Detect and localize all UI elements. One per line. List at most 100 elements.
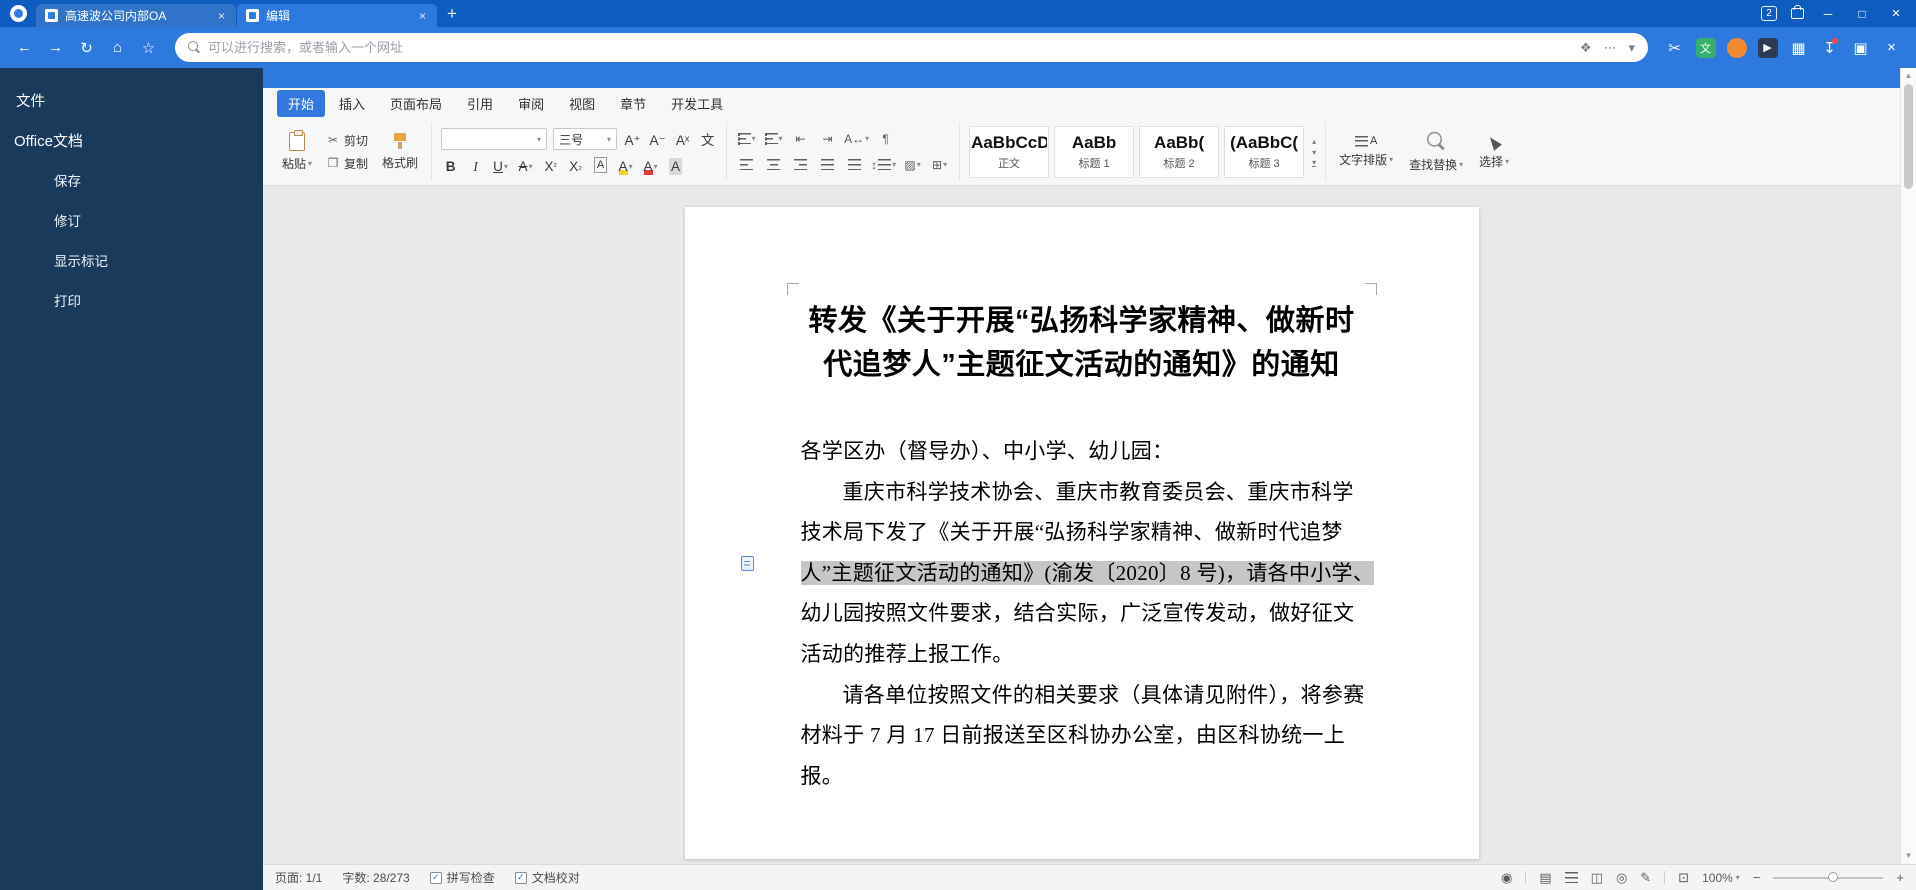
bullet-list-button[interactable]: ▾ bbox=[736, 129, 757, 148]
comment-marker-icon[interactable] bbox=[740, 556, 754, 571]
text-layout-button[interactable]: A 文字排版 ▾ bbox=[1335, 133, 1397, 170]
shading-button[interactable]: ▨ ▾ bbox=[902, 155, 923, 174]
eye-protection-icon[interactable]: ◉ bbox=[1501, 871, 1512, 884]
ribbon-tab[interactable]: 引用 bbox=[456, 90, 504, 117]
window-maximize-button[interactable]: □ bbox=[1852, 7, 1872, 21]
back-button[interactable]: ← bbox=[10, 33, 39, 62]
document-text-line[interactable]: 各学区办（督导办）、中小学、幼儿园： bbox=[801, 431, 1363, 472]
line-spacing-button[interactable]: ↕ ▾ bbox=[871, 155, 896, 174]
screenshot-scissors-icon[interactable]: ✂ bbox=[1660, 33, 1689, 62]
forward-button[interactable]: → bbox=[41, 33, 70, 62]
font-size-select[interactable]: 三号 ▾ bbox=[553, 128, 618, 150]
fit-page-icon[interactable]: ⊡ bbox=[1678, 871, 1689, 884]
zoom-out-button[interactable]: − bbox=[1753, 871, 1761, 884]
sidebar-item-file[interactable]: 文件 bbox=[0, 82, 263, 121]
align-right-button[interactable] bbox=[790, 155, 811, 174]
apps-grid-icon[interactable]: ▦ bbox=[1784, 33, 1813, 62]
cut-button[interactable]: ✂ 剪切 bbox=[324, 131, 370, 150]
more-tools-icon[interactable]: ⋯ bbox=[1603, 40, 1616, 56]
gallery-up-icon[interactable]: ▴ bbox=[1312, 137, 1316, 146]
copy-button[interactable]: ❐ 复制 bbox=[324, 154, 370, 173]
download-icon[interactable]: ↧ bbox=[1815, 33, 1844, 62]
font-name-select[interactable]: ▾ bbox=[441, 128, 548, 150]
address-bar[interactable]: ❖ ⋯ ▾ bbox=[175, 33, 1648, 62]
sidebar-item[interactable]: 保存 bbox=[0, 160, 263, 200]
document-text-line[interactable]: 人”主题征文活动的通知》(渝发〔2020〕8 号)，请各中小学、 bbox=[800, 553, 1375, 594]
address-dropdown-icon[interactable]: ▾ bbox=[1628, 40, 1635, 56]
window-minimize-button[interactable]: ─ bbox=[1818, 7, 1838, 21]
ribbon-tab[interactable]: 页面布局 bbox=[379, 90, 453, 117]
shrink-font-button[interactable]: A⁻ bbox=[648, 129, 667, 149]
address-input[interactable] bbox=[208, 40, 1572, 55]
bold-button[interactable]: B bbox=[441, 155, 460, 175]
increase-indent-button[interactable]: ⇥ bbox=[817, 129, 838, 148]
outline-view-icon[interactable] bbox=[1564, 872, 1578, 883]
align-left-button[interactable] bbox=[736, 155, 757, 174]
char-shading-button[interactable]: A bbox=[666, 155, 685, 175]
scroll-down-icon[interactable]: ▼ bbox=[1905, 851, 1913, 861]
superscript-button[interactable]: X² bbox=[541, 155, 560, 175]
proofread-checkbox-icon[interactable]: ✓ bbox=[514, 871, 527, 884]
page-layout-view-icon[interactable]: ▤ bbox=[1539, 871, 1551, 884]
underline-button[interactable]: U ▾ bbox=[491, 155, 510, 175]
favorites-button[interactable]: ☆ bbox=[134, 33, 163, 62]
align-center-button[interactable] bbox=[763, 155, 784, 174]
zoom-level[interactable]: 100% ▾ bbox=[1702, 871, 1740, 885]
char-layout-button[interactable]: A↔ ▾ bbox=[844, 129, 869, 148]
sidebar-item[interactable]: 打印 bbox=[0, 280, 263, 320]
sidebar-item[interactable]: 修订 bbox=[0, 200, 263, 240]
style-card[interactable]: AaBb( 标题 2 bbox=[1139, 125, 1220, 178]
ribbon-tab[interactable]: 视图 bbox=[558, 90, 606, 117]
strikethrough-button[interactable]: A ▾ bbox=[516, 155, 535, 175]
browser-logo[interactable] bbox=[0, 0, 36, 27]
zoom-slider[interactable] bbox=[1773, 872, 1884, 882]
paste-button[interactable]: 粘贴 ▾ bbox=[278, 129, 316, 174]
refresh-button[interactable]: ↻ bbox=[72, 33, 101, 62]
document-text-line[interactable]: 幼儿园按照文件要求，结合实际，广泛宣传发动，做好征文 bbox=[801, 593, 1363, 634]
multi-window-icon[interactable]: ▣ bbox=[1846, 33, 1875, 62]
document-text-line[interactable]: 技术局下发了《关于开展“弘扬科学家精神、做新时代追梦 bbox=[801, 512, 1363, 553]
video-icon[interactable]: ▶ bbox=[1753, 33, 1782, 62]
justify-button[interactable] bbox=[817, 155, 838, 174]
sidebar-item[interactable]: 显示标记 bbox=[0, 240, 263, 280]
two-page-view-icon[interactable]: ◫ bbox=[1591, 871, 1603, 884]
translate-icon[interactable]: 文 bbox=[1691, 33, 1720, 62]
pinyin-guide-button[interactable]: 文 bbox=[698, 129, 717, 149]
ribbon-tab[interactable]: 章节 bbox=[609, 90, 657, 117]
style-card[interactable]: AaBbCcDd 正文 bbox=[969, 125, 1050, 178]
tab-close-icon[interactable]: × bbox=[216, 9, 227, 23]
document-page[interactable]: 转发《关于开展“弘扬科学家精神、做新时 代追梦人”主题征文活动的通知》的通知 各学… bbox=[684, 207, 1479, 859]
browser-tab[interactable]: 编辑 × bbox=[237, 4, 437, 27]
document-title[interactable]: 转发《关于开展“弘扬科学家精神、做新时 代追梦人”主题征文活动的通知》的通知 bbox=[801, 299, 1363, 387]
style-card[interactable]: AaBb 标题 1 bbox=[1054, 125, 1135, 178]
annotate-pencil-icon[interactable]: ✎ bbox=[1640, 871, 1651, 884]
vertical-scrollbar[interactable]: ▲ ▼ bbox=[1900, 68, 1916, 864]
grow-font-button[interactable]: A⁺ bbox=[623, 129, 642, 149]
char-border-button[interactable]: A bbox=[591, 155, 610, 175]
document-text-line[interactable]: 报。 bbox=[801, 756, 1363, 797]
find-replace-button[interactable]: 查找替换 ▾ bbox=[1405, 129, 1467, 175]
decrease-indent-button[interactable]: ⇤ bbox=[790, 129, 811, 148]
scroll-up-icon[interactable]: ▲ bbox=[1905, 71, 1913, 81]
highlight-color-button[interactable]: A ▾ bbox=[616, 155, 635, 175]
web-view-icon[interactable]: ◎ bbox=[1616, 871, 1627, 884]
document-text-line[interactable]: 重庆市科学技术协会、重庆市教育委员会、重庆市科学 bbox=[801, 472, 1363, 513]
numbered-list-button[interactable]: ▾ bbox=[763, 129, 784, 148]
ribbon-tab[interactable]: 审阅 bbox=[507, 90, 555, 117]
select-button[interactable]: 选择 ▾ bbox=[1475, 132, 1513, 172]
gallery-expand-icon[interactable]: ▾ bbox=[1312, 158, 1317, 167]
ribbon-tab[interactable]: 开始 bbox=[277, 89, 326, 117]
browser-tab[interactable]: 高速波公司内部OA × bbox=[36, 4, 236, 27]
scrollbar-thumb[interactable] bbox=[1904, 84, 1913, 189]
paragraph-mark-button[interactable]: ¶ bbox=[875, 129, 896, 148]
italic-button[interactable]: I bbox=[466, 155, 485, 175]
ribbon-tab[interactable]: 插入 bbox=[328, 90, 376, 117]
window-close-button[interactable]: × bbox=[1886, 5, 1906, 22]
store-icon[interactable] bbox=[1791, 5, 1804, 19]
borders-button[interactable]: ⊞ ▾ bbox=[929, 155, 950, 174]
document-canvas[interactable]: 转发《关于开展“弘扬科学家精神、做新时 代追梦人”主题征文活动的通知》的通知 各学… bbox=[263, 186, 1900, 864]
ribbon-tab[interactable]: 开发工具 bbox=[660, 90, 734, 117]
zoom-slider-thumb[interactable] bbox=[1828, 872, 1839, 882]
notification-badge[interactable]: 2 bbox=[1761, 6, 1777, 21]
tab-close-icon[interactable]: × bbox=[417, 9, 428, 23]
